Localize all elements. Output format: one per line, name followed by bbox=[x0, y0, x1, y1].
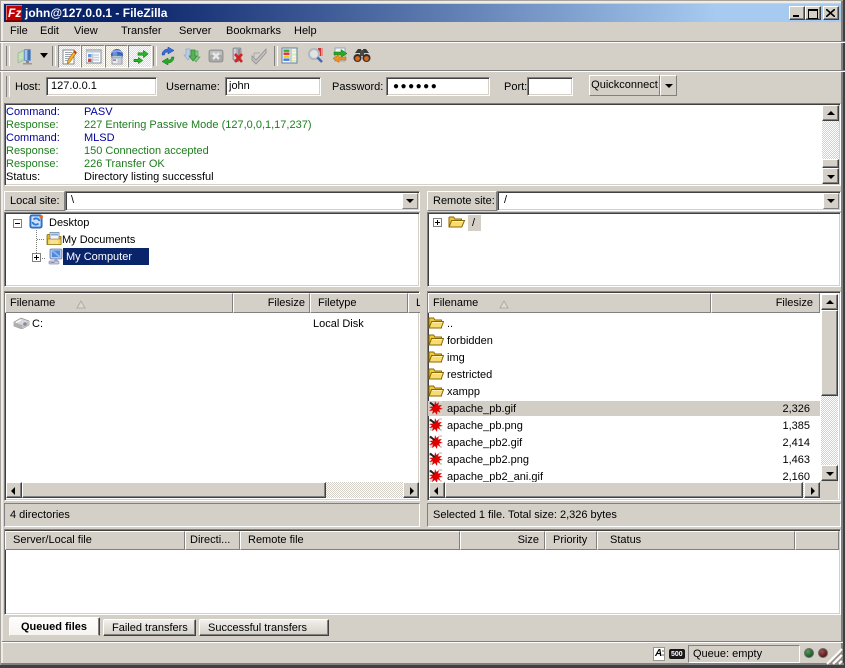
svg-text:Fz: Fz bbox=[8, 6, 21, 20]
